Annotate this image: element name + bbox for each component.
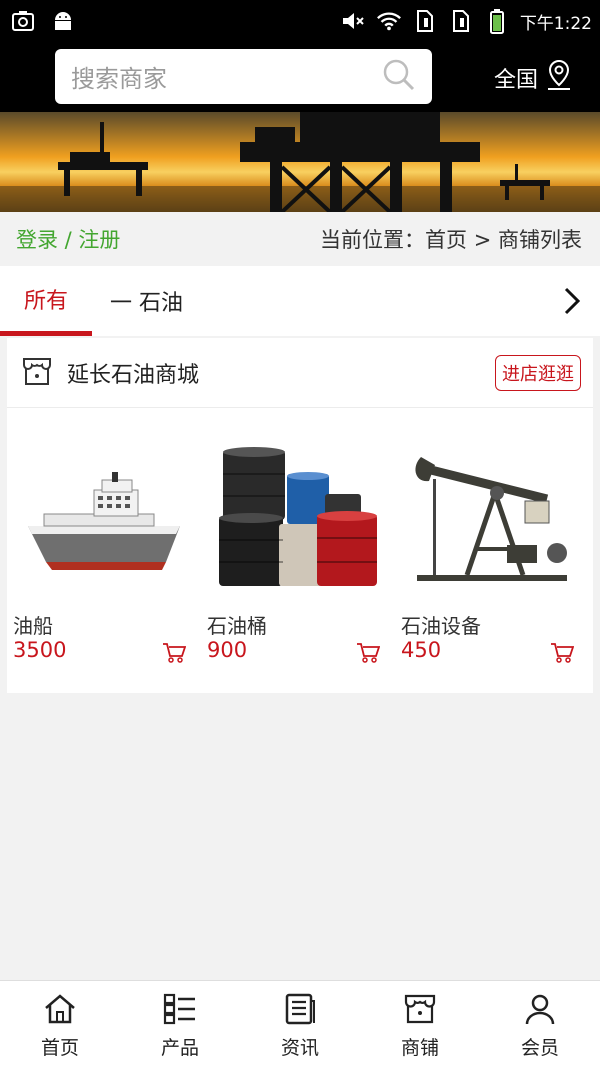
nav-label: 商铺 (400, 1037, 439, 1059)
banner-image[interactable] (0, 112, 600, 212)
bottom-navigation: 首页 产品 资讯 商铺 会员 (0, 980, 600, 1067)
tanker-ship-image[interactable] (7, 424, 200, 614)
search-icon[interactable] (382, 58, 416, 96)
nav-products[interactable]: 产品 (120, 981, 240, 1067)
nav-label: 资讯 (280, 1037, 319, 1059)
product-price: 3500 (13, 638, 67, 662)
camera-icon (10, 8, 36, 34)
mute-icon (340, 8, 366, 34)
android-icon (50, 8, 76, 34)
wifi-icon (376, 8, 402, 34)
shop-card-header: 延长石油商城 进店逛逛 (7, 338, 593, 408)
nav-label: 产品 (160, 1037, 199, 1059)
sim1-icon (412, 8, 438, 34)
product-price: 450 (401, 638, 442, 662)
search-placeholder: 搜索商家 (71, 65, 167, 93)
category-tabs: 所有 一 石油 (0, 266, 600, 336)
region-selector[interactable]: 全国 (494, 58, 574, 98)
product-price: 900 (207, 638, 248, 662)
cart-icon[interactable] (550, 642, 575, 664)
shop-icon (403, 993, 437, 1029)
oil-barrels-image[interactable] (201, 424, 394, 614)
region-label: 全国 (494, 68, 539, 93)
nav-label: 会员 (520, 1037, 559, 1059)
battery-icon (484, 8, 510, 34)
news-icon (283, 993, 317, 1029)
product-name[interactable]: 油船 (13, 610, 53, 639)
product-list-icon (163, 993, 197, 1029)
location-bar: 登录 / 注册 当前位置：首页 > 商铺列表 (0, 212, 600, 266)
product-item[interactable]: 石油设备 450 (395, 410, 588, 690)
product-item[interactable]: 油船 3500 (7, 410, 200, 690)
nav-label: 首页 (40, 1037, 79, 1059)
search-input[interactable]: 搜索商家 (55, 49, 432, 104)
home-icon (43, 993, 77, 1029)
breadcrumb: 当前位置：首页 > 商铺列表 (320, 228, 582, 252)
shop-card: 延长石油商城 进店逛逛 油船 3500 石油桶 900 石油设备 450 (7, 338, 593, 693)
tab-petroleum[interactable]: 一 石油 (110, 266, 183, 336)
store-icon (21, 355, 53, 391)
product-name[interactable]: 石油桶 (207, 610, 267, 639)
app-header: 搜索商家 全国 (0, 44, 600, 112)
nav-news[interactable]: 资讯 (240, 981, 360, 1067)
product-name[interactable]: 石油设备 (401, 610, 481, 639)
status-bar: 下午1:22 (0, 0, 600, 44)
login-register-link[interactable]: 登录 / 注册 (16, 224, 120, 254)
nav-member[interactable]: 会员 (480, 981, 600, 1067)
nav-home[interactable]: 首页 (0, 981, 120, 1067)
product-item[interactable]: 石油桶 900 (201, 410, 394, 690)
tab-all[interactable]: 所有 (0, 266, 92, 336)
cart-icon[interactable] (162, 642, 187, 664)
member-icon (523, 993, 557, 1029)
shop-name[interactable]: 延长石油商城 (67, 357, 495, 389)
location-pin-icon (544, 58, 574, 98)
sim2-icon (448, 8, 474, 34)
cart-icon[interactable] (356, 642, 381, 664)
nav-shops[interactable]: 商铺 (360, 981, 480, 1067)
status-time: 下午1:22 (519, 13, 592, 34)
chevron-right-icon[interactable] (560, 286, 584, 316)
product-list: 油船 3500 石油桶 900 石油设备 450 (7, 410, 593, 693)
pumpjack-image[interactable] (395, 424, 588, 614)
enter-shop-button[interactable]: 进店逛逛 (495, 354, 581, 391)
